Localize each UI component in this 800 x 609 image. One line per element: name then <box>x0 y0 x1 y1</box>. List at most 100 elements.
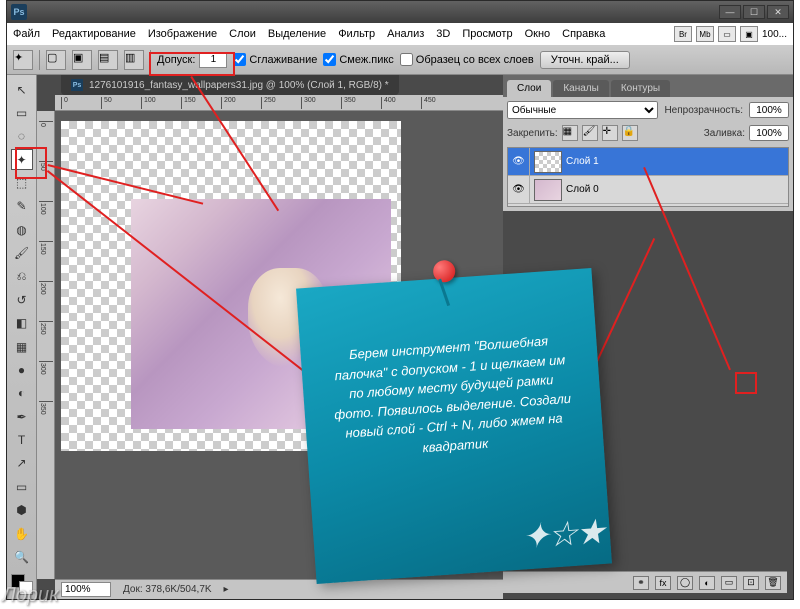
tab-channels[interactable]: Каналы <box>553 80 609 97</box>
lock-label: Закрепить: <box>507 128 558 139</box>
lock-all-icon[interactable]: 🔒 <box>622 125 638 141</box>
visibility-icon[interactable]: 👁 <box>508 148 530 175</box>
mini-bridge-icon[interactable]: Mb <box>696 26 714 42</box>
layers-panel: Обычные Непрозрачность: Закрепить: ▦ 🖌 ✛… <box>503 97 793 211</box>
anti-alias-label: Сглаживание <box>249 54 317 66</box>
opacity-input[interactable] <box>749 102 789 118</box>
maximize-button[interactable]: ☐ <box>743 5 765 19</box>
menu-layers[interactable]: Слои <box>229 28 256 40</box>
lock-position-icon[interactable]: ✛ <box>602 125 618 141</box>
tolerance-field: Допуск: <box>157 52 227 68</box>
selection-add-icon[interactable]: ▣ <box>72 50 92 70</box>
hand-tool[interactable]: ✋ <box>11 523 33 544</box>
lock-pixels-icon[interactable]: 🖌 <box>582 125 598 141</box>
layer-thumbnail[interactable] <box>534 151 562 173</box>
selection-subtract-icon[interactable]: ▤ <box>98 50 118 70</box>
layer-name[interactable]: Слой 0 <box>566 184 599 195</box>
doc-size-label: Док: 378,6K/504,7K <box>123 584 212 595</box>
status-arrow-icon[interactable]: ▸ <box>224 584 229 595</box>
minimize-button[interactable]: — <box>719 5 741 19</box>
visibility-icon[interactable]: 👁 <box>508 176 530 203</box>
fill-input[interactable] <box>749 125 789 141</box>
healing-brush-tool[interactable]: ◍ <box>11 219 33 240</box>
anti-alias-checkbox[interactable]: Сглаживание <box>233 53 317 66</box>
clone-stamp-tool[interactable]: ⎌ <box>11 266 33 287</box>
menu-image[interactable]: Изображение <box>148 28 217 40</box>
layer-name[interactable]: Слой 1 <box>566 156 599 167</box>
fx-icon[interactable]: fx <box>655 576 671 590</box>
menu-select[interactable]: Выделение <box>268 28 326 40</box>
layer-list: 👁 Слой 1 👁 Слой 0 <box>507 147 789 207</box>
menu-analysis[interactable]: Анализ <box>387 28 424 40</box>
marquee-tool[interactable]: ▭ <box>11 102 33 123</box>
bridge-icon[interactable]: Br <box>674 26 692 42</box>
menu-file[interactable]: Файл <box>13 28 40 40</box>
viewmode-icon[interactable]: ▭ <box>718 26 736 42</box>
move-tool[interactable]: ↖ <box>11 79 33 100</box>
menu-filter[interactable]: Фильтр <box>338 28 375 40</box>
tab-paths[interactable]: Контуры <box>611 80 670 97</box>
path-select-tool[interactable]: ↗ <box>11 453 33 474</box>
sample-all-check[interactable] <box>400 53 413 66</box>
blur-tool[interactable]: ● <box>11 359 33 380</box>
history-brush-tool[interactable]: ↺ <box>11 289 33 310</box>
zoom-input[interactable] <box>61 582 111 597</box>
lasso-tool[interactable]: ◌ <box>11 126 33 147</box>
window-titlebar: Ps — ☐ ✕ <box>7 1 793 23</box>
document-tab[interactable]: Ps 1276101916_fantasy_wallpapers31.jpg @… <box>61 75 399 95</box>
fill-label: Заливка: <box>704 128 745 139</box>
sample-all-checkbox[interactable]: Образец со всех слоев <box>400 53 534 66</box>
tab-layers[interactable]: Слои <box>507 80 551 97</box>
tolerance-label: Допуск: <box>157 54 195 66</box>
lock-transparency-icon[interactable]: ▦ <box>562 125 578 141</box>
type-tool[interactable]: T <box>11 429 33 450</box>
trash-icon[interactable]: 🗑 <box>765 576 781 590</box>
mask-icon[interactable]: ◯ <box>677 576 693 590</box>
close-button[interactable]: ✕ <box>767 5 789 19</box>
contiguous-checkbox[interactable]: Cмеж.пикс <box>323 53 393 66</box>
status-bar: Док: 378,6K/504,7K ▸ <box>55 579 503 599</box>
menu-3d[interactable]: 3D <box>436 28 450 40</box>
dodge-tool[interactable]: ◐ <box>11 383 33 404</box>
screenmode-icon[interactable]: ▣ <box>740 26 758 42</box>
3d-tool[interactable]: ⬢ <box>11 499 33 520</box>
watermark: Лорик <box>2 584 59 607</box>
horizontal-ruler: 0 50 100 150 200 250 300 350 400 450 <box>55 95 503 111</box>
wand-tool-preset-icon[interactable]: ✦ <box>13 50 33 70</box>
blend-mode-select[interactable]: Обычные <box>507 101 658 119</box>
link-layers-icon[interactable]: ⚭ <box>633 576 649 590</box>
zoom-percent-label: 100... <box>762 29 787 40</box>
menu-window[interactable]: Окно <box>525 28 551 40</box>
anti-alias-check[interactable] <box>233 53 246 66</box>
eraser-tool[interactable]: ◧ <box>11 313 33 334</box>
menu-view[interactable]: Просмотр <box>462 28 512 40</box>
tolerance-input[interactable] <box>199 52 227 68</box>
layer-row[interactable]: 👁 Слой 0 <box>508 176 788 204</box>
adjustment-icon[interactable]: ◐ <box>699 576 715 590</box>
pen-tool[interactable]: ✒ <box>11 406 33 427</box>
new-layer-icon[interactable]: ⊡ <box>743 576 759 590</box>
pin-icon <box>432 260 455 283</box>
group-icon[interactable]: ▭ <box>721 576 737 590</box>
contiguous-check[interactable] <box>323 53 336 66</box>
selection-intersect-icon[interactable]: ▥ <box>124 50 144 70</box>
tutorial-note: Берем инструмент "Волшебная палочка" с д… <box>296 268 612 584</box>
selection-new-icon[interactable]: ▢ <box>46 50 66 70</box>
vertical-ruler: 0 50 100 150 200 250 300 350 <box>37 111 55 579</box>
document-title: 1276101916_fantasy_wallpapers31.jpg @ 10… <box>89 80 389 91</box>
tool-options-bar: ✦ ▢ ▣ ▤ ▥ Допуск: Сглаживание Cмеж.пикс … <box>7 45 793 75</box>
eyedropper-tool[interactable]: ✎ <box>11 196 33 217</box>
menu-help[interactable]: Справка <box>562 28 605 40</box>
refine-edge-button[interactable]: Уточн. край... <box>540 51 630 69</box>
menu-edit[interactable]: Редактирование <box>52 28 136 40</box>
zoom-tool[interactable]: 🔍 <box>11 546 33 567</box>
shape-tool[interactable]: ▭ <box>11 476 33 497</box>
panel-tabs: Слои Каналы Контуры <box>503 75 793 97</box>
magic-wand-tool[interactable]: ✦ <box>11 149 33 170</box>
layer-thumbnail[interactable] <box>534 179 562 201</box>
crop-tool[interactable]: ⬚ <box>11 172 33 193</box>
layer-row[interactable]: 👁 Слой 1 <box>508 148 788 176</box>
gradient-tool[interactable]: ▦ <box>11 336 33 357</box>
layers-panel-footer: ⚭ fx ◯ ◐ ▭ ⊡ 🗑 <box>503 571 787 593</box>
brush-tool[interactable]: 🖌 <box>11 243 33 264</box>
